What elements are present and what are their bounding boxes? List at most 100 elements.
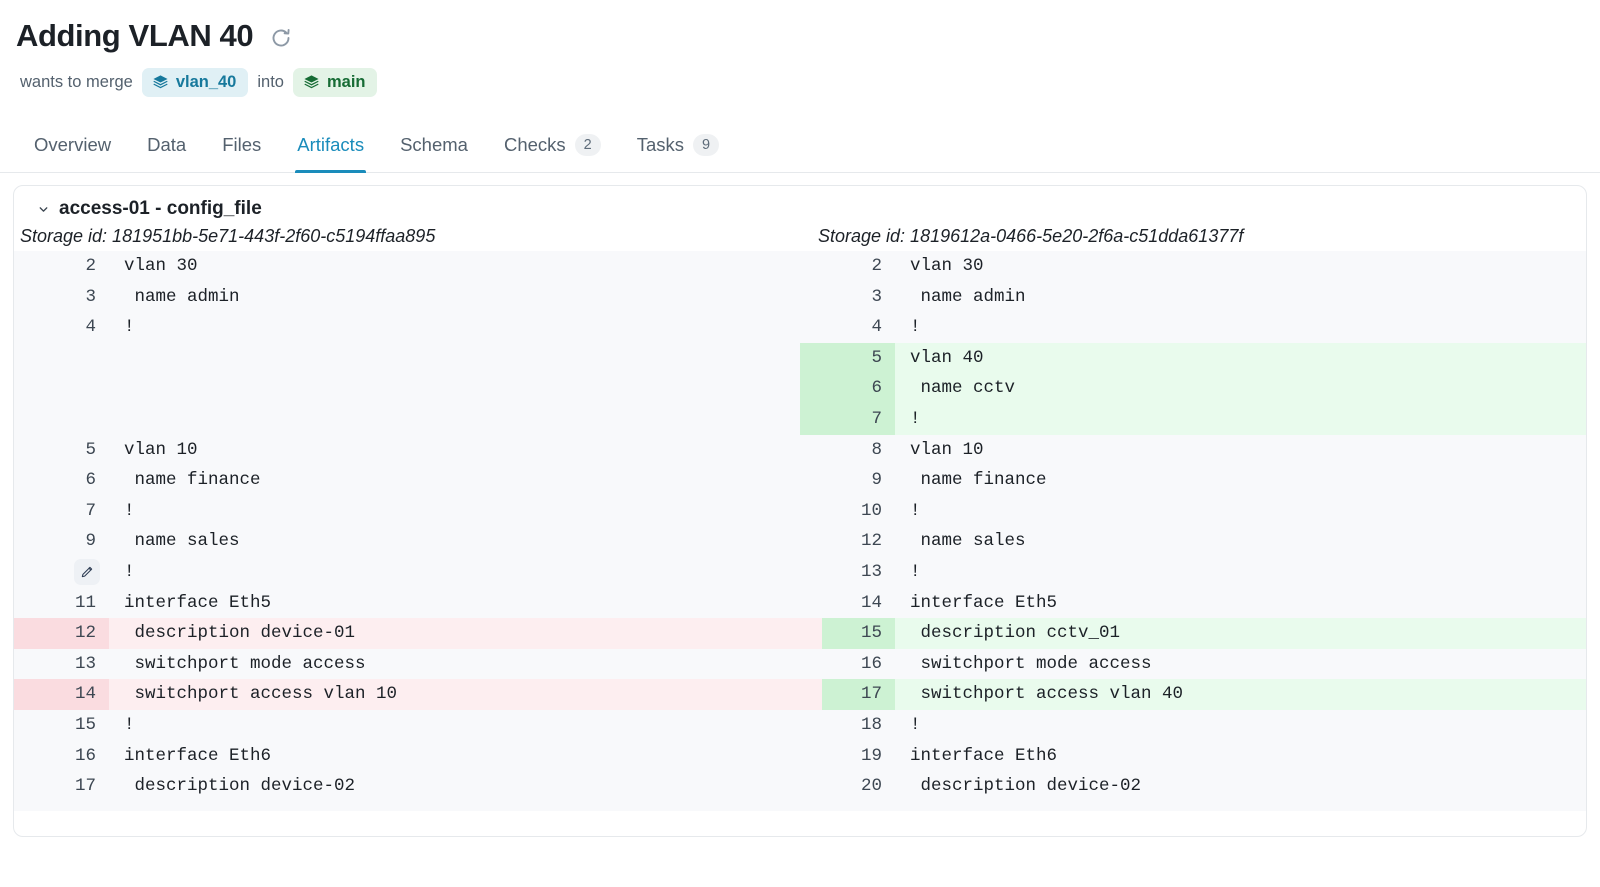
diff-row[interactable]: 15 description cctv_01 (800, 618, 1586, 649)
diff-line-content: ! (910, 500, 921, 521)
diff-row[interactable]: 11 interface Eth5 (14, 588, 800, 619)
line-number: 18 (860, 714, 882, 735)
diff-line-content: description device-02 (910, 776, 1142, 797)
diff-row[interactable]: 8 vlan 10 (800, 435, 1586, 466)
diff-line-content: name sales (910, 531, 1026, 552)
artifact-title-row: access-01 - config_file (14, 198, 1586, 220)
diff-line-content (109, 342, 800, 374)
line-number: 12 (14, 618, 109, 649)
tab-schema[interactable]: Schema (382, 122, 486, 172)
diff-row[interactable]: 4! (14, 312, 800, 343)
chevron-down-icon[interactable] (36, 202, 50, 216)
line-number: 8 (871, 439, 882, 460)
diff-row[interactable]: 15! (14, 710, 800, 741)
diff-row[interactable]: ! (14, 557, 800, 588)
diff-row[interactable]: 3 name admin (14, 282, 800, 313)
tab-tasks[interactable]: Tasks 9 (619, 122, 737, 172)
line-number: 20 (860, 776, 882, 797)
diff-row[interactable] (14, 403, 800, 435)
edit-pencil-icon[interactable] (74, 559, 100, 586)
diff-pane-right[interactable]: 2 vlan 30 3 name admin 4! 5 vlan 40 6 name cct… (800, 251, 1586, 811)
line-number: 14 (860, 592, 882, 613)
merge-prefix-label: wants to merge (20, 73, 133, 91)
diff-row[interactable]: 13 switchport mode access (14, 649, 800, 680)
diff-pane-left[interactable]: 2 vlan 30 3 name admin 4! 5 vlan 10 6 name fin… (14, 251, 800, 811)
diff-row[interactable]: 16 interface Eth6 (14, 741, 800, 772)
diff-row[interactable]: 14 switchport access vlan 10 (14, 679, 800, 710)
diff-row[interactable]: 17 switchport access vlan 40 (800, 679, 1586, 710)
tab-files[interactable]: Files (204, 122, 279, 172)
diff-row[interactable]: 6 name finance (14, 465, 800, 496)
line-number: 16 (860, 653, 882, 674)
diff-row[interactable]: 2 vlan 30 (800, 251, 1586, 282)
diff-line-content: switchport access vlan 10 (109, 679, 800, 710)
diff-row[interactable]: 9 name finance (800, 465, 1586, 496)
page-header: Adding VLAN 40 wants to merge vlan_40 in… (0, 0, 1600, 97)
tab-artifacts[interactable]: Artifacts (279, 122, 382, 173)
diff-line-content: vlan 30 (124, 256, 198, 276)
line-number: 5 (85, 439, 96, 460)
diff-row[interactable]: 14 interface Eth5 (800, 588, 1586, 619)
artifact-card: access-01 - config_file Storage id: 1819… (13, 185, 1587, 837)
diff-line-content: interface Eth5 (910, 592, 1058, 613)
diff-line-content: name cctv (895, 373, 1586, 404)
diff-row[interactable]: 7! (14, 496, 800, 527)
target-branch-pill[interactable]: main (292, 68, 378, 97)
diff-line-content: ! (910, 561, 921, 582)
diff-line-content: vlan 30 (910, 256, 984, 276)
diff-line-content: ! (910, 714, 921, 735)
diff-row[interactable]: 7! (800, 403, 1586, 435)
storage-id-left: Storage id: 181951bb-5e71-443f-2f60-c519… (20, 226, 436, 246)
line-number: 3 (85, 286, 96, 307)
diff-row[interactable]: 19 interface Eth6 (800, 741, 1586, 772)
diff-line-content: name sales (124, 531, 240, 552)
diff-row[interactable]: 13! (800, 557, 1586, 588)
storage-id-right: Storage id: 1819612a-0466-5e20-2f6a-c51d… (818, 226, 1244, 246)
layers-icon (303, 74, 320, 91)
line-number: 13 (74, 653, 96, 674)
line-number: 4 (871, 317, 882, 338)
diff-row[interactable]: 4! (800, 312, 1586, 343)
diff-line-content: vlan 10 (910, 439, 984, 460)
diff-line-content: ! (910, 317, 921, 338)
diff-row[interactable]: 18! (800, 710, 1586, 741)
line-number: 3 (871, 286, 882, 307)
line-number: 14 (14, 679, 109, 710)
diff-row[interactable]: 5 vlan 10 (14, 435, 800, 466)
line-number: 6 (85, 470, 96, 491)
tab-label: Artifacts (297, 134, 365, 155)
line-number (14, 557, 109, 588)
source-branch-pill[interactable]: vlan_40 (141, 68, 249, 97)
line-number: 13 (860, 561, 882, 582)
diff-line-content: vlan 40 (895, 342, 1586, 374)
title-row: Adding VLAN 40 (16, 14, 1600, 58)
diff-row[interactable]: 5 vlan 40 (800, 342, 1586, 374)
tab-label: Tasks (636, 134, 685, 155)
diff-row[interactable]: 12 description device-01 (14, 618, 800, 649)
diff-row[interactable] (14, 342, 800, 374)
diff-line-content: ! (124, 317, 135, 338)
source-branch-label: vlan_40 (175, 73, 237, 91)
diff-row[interactable]: 10! (800, 496, 1586, 527)
line-number: 10 (860, 500, 882, 521)
diff-row[interactable] (14, 373, 800, 404)
diff-row[interactable]: 17 description device-02 (14, 771, 800, 802)
diff-row[interactable]: 3 name admin (800, 282, 1586, 313)
diff-row[interactable]: 16 switchport mode access (800, 649, 1586, 680)
into-label: into (257, 73, 284, 91)
diff-row[interactable]: 9 name sales (14, 526, 800, 557)
line-number: 7 (85, 500, 96, 521)
tab-overview[interactable]: Overview (16, 122, 129, 172)
diff-line-content: vlan 10 (124, 439, 198, 460)
diff-row[interactable]: 20 description device-02 (800, 771, 1586, 802)
line-number: 4 (85, 317, 96, 338)
diff-row[interactable]: 2 vlan 30 (14, 251, 800, 282)
tab-data[interactable]: Data (129, 122, 204, 172)
diff-line-content: description cctv_01 (895, 618, 1586, 649)
diff-line-content: interface Eth6 (910, 745, 1058, 766)
refresh-icon[interactable] (267, 24, 295, 52)
diff-row[interactable]: 6 name cctv (800, 373, 1586, 404)
tab-checks[interactable]: Checks 2 (486, 122, 619, 172)
diff-line-content: ! (124, 714, 135, 735)
diff-row[interactable]: 12 name sales (800, 526, 1586, 557)
